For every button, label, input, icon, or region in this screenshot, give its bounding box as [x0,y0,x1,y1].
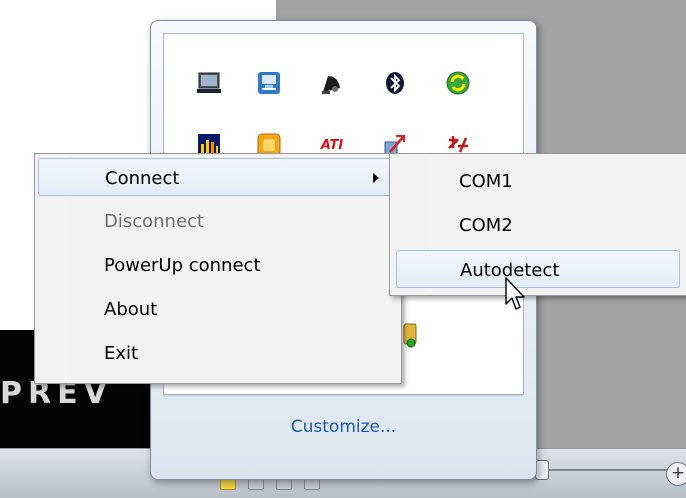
connect-submenu: COM1 COM2 Autodetect [389,153,686,296]
submenu-arrow-icon [373,173,379,183]
submenu-item-com1[interactable]: COM1 [393,162,685,200]
ati-text: ATI [320,137,344,153]
menu-item-about[interactable]: About [38,290,398,328]
submenu-item-autodetect[interactable]: Autodetect [396,250,680,288]
menu-item-label: Disconnect [104,211,204,232]
customize-link[interactable]: Customize... [151,417,536,437]
menu-item-exit[interactable]: Exit [38,334,398,372]
context-menu: Connect Disconnect PowerUp connect About… [34,153,402,384]
bluetooth-icon[interactable] [382,70,408,96]
sync-icon[interactable] [445,70,471,96]
menu-item-powerup-connect[interactable]: PowerUp connect [38,246,398,284]
menu-item-label: Exit [104,343,139,364]
zoom-slider-thumb[interactable] [535,460,549,480]
menu-item-label: COM2 [459,215,513,236]
zoom-in-icon[interactable]: + [666,462,686,486]
laptop-icon[interactable] [196,70,222,96]
zoom-slider-track[interactable] [530,469,670,471]
satellite-dish-icon[interactable] [318,70,344,96]
menu-item-disconnect[interactable]: Disconnect [38,202,398,240]
menu-item-connect[interactable]: Connect [38,158,398,196]
menu-item-label: Connect [105,168,180,189]
submenu-item-com2[interactable]: COM2 [393,206,685,244]
network-icon[interactable] [256,70,282,96]
mouse-pointer-icon [505,277,525,310]
divider [163,395,524,396]
menu-item-label: PowerUp connect [104,255,261,276]
menu-item-label: About [104,299,158,320]
menu-item-label: COM1 [459,171,513,192]
